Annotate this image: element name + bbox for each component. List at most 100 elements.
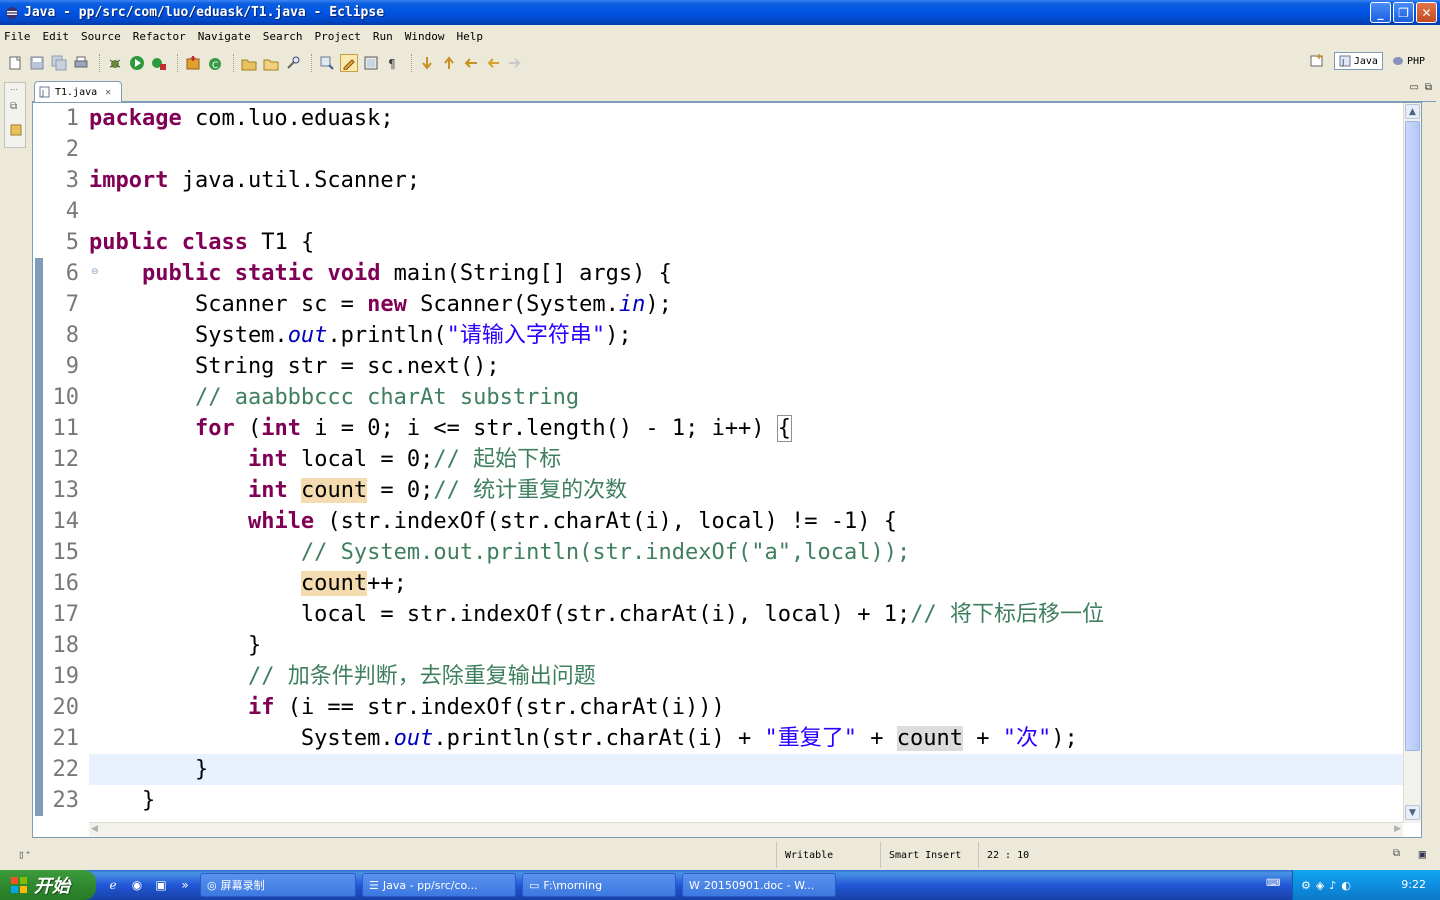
code-line[interactable]: public static void main(String[] args) { xyxy=(89,258,1403,289)
code-line[interactable]: for (int i = 0; i <= str.length() - 1; i… xyxy=(89,413,1403,444)
package-explorer-icon[interactable] xyxy=(10,121,22,140)
progress-icon[interactable]: ▣ xyxy=(1419,847,1426,861)
horizontal-scrollbar[interactable]: ◀ ▶ xyxy=(89,822,1403,837)
external-tools-icon[interactable] xyxy=(150,54,168,72)
tray-app-icon[interactable]: ◐ xyxy=(1341,879,1351,892)
menu-search[interactable]: Search xyxy=(263,30,303,43)
code-line[interactable]: int local = 0;// 起始下标 xyxy=(89,444,1403,475)
taskbar-button[interactable]: ☰ Java - pp/src/co... xyxy=(362,873,516,897)
last-edit-location-icon[interactable] xyxy=(462,54,480,72)
taskbar-button[interactable]: ▭ F:\morning xyxy=(522,873,676,897)
open-resource-icon[interactable] xyxy=(262,54,280,72)
restore-icon[interactable]: ⋯ xyxy=(10,85,18,94)
menu-navigate[interactable]: Navigate xyxy=(198,30,251,43)
tab-t1-java[interactable]: J T1.java ✕ xyxy=(34,81,122,102)
menu-run[interactable]: Run xyxy=(373,30,393,43)
tray-volume-icon[interactable]: ♪ xyxy=(1329,879,1336,892)
maximize-editor-icon[interactable]: ⧉ xyxy=(1425,82,1432,93)
code-token: (i == str.indexOf(str.charAt(i))) xyxy=(274,695,725,720)
new-java-project-icon[interactable] xyxy=(184,54,202,72)
code-line[interactable]: String str = sc.next(); xyxy=(89,351,1403,382)
code-line[interactable]: public class T1 { xyxy=(89,227,1403,258)
menu-source[interactable]: Source xyxy=(81,30,121,43)
back-icon[interactable] xyxy=(484,54,502,72)
show-desktop-icon[interactable]: ▣ xyxy=(152,876,170,894)
menu-help[interactable]: Help xyxy=(456,30,483,43)
restore-view-icon[interactable]: ⧉ xyxy=(10,101,17,112)
code-line[interactable]: // 加条件判断，去除重复输出问题 xyxy=(89,661,1403,692)
code-line[interactable]: // aaabbbccc charAt substring xyxy=(89,382,1403,413)
code-token: ( xyxy=(234,416,262,441)
run-icon[interactable] xyxy=(128,54,146,72)
forward-icon[interactable] xyxy=(506,54,524,72)
scroll-up-icon[interactable]: ▲ xyxy=(1405,104,1420,119)
code-area[interactable]: package com.luo.eduask; import java.util.… xyxy=(89,103,1403,823)
show-whitespace-icon[interactable]: ¶ xyxy=(384,54,402,72)
menu-window[interactable]: Window xyxy=(405,30,445,43)
code-line[interactable]: while (str.indexOf(str.charAt(i), local)… xyxy=(89,506,1403,537)
code-line[interactable] xyxy=(89,196,1403,227)
save-all-icon[interactable] xyxy=(50,54,68,72)
perspective-php[interactable]: PHP xyxy=(1387,52,1430,70)
menu-file[interactable]: File xyxy=(4,30,31,43)
code-line[interactable] xyxy=(89,134,1403,165)
code-line[interactable]: // System.out.println(str.indexOf("a",lo… xyxy=(89,537,1403,568)
code-line[interactable]: if (i == str.indexOf(str.charAt(i))) xyxy=(89,692,1403,723)
scroll-right-icon[interactable]: ▶ xyxy=(1394,824,1401,834)
menu-project[interactable]: Project xyxy=(314,30,360,43)
close-button[interactable]: ✕ xyxy=(1416,2,1437,23)
next-edit-icon[interactable] xyxy=(418,54,436,72)
code-line[interactable]: local = str.indexOf(str.charAt(i), local… xyxy=(89,599,1403,630)
fast-view-icon[interactable]: ▯⁺ xyxy=(18,848,31,861)
code-line[interactable]: import java.util.Scanner; xyxy=(89,165,1403,196)
scroll-down-icon[interactable]: ▼ xyxy=(1405,805,1420,820)
debug-icon[interactable] xyxy=(106,54,124,72)
tray-network-icon[interactable]: ⚙ xyxy=(1301,879,1311,892)
code-token: i = 0; i <= str.length() - 1; i++) xyxy=(300,416,778,441)
previous-edit-icon[interactable] xyxy=(440,54,458,72)
open-perspective-icon[interactable] xyxy=(1308,52,1326,70)
open-type-icon[interactable] xyxy=(240,54,258,72)
restore-trim-icon[interactable]: ⧉ xyxy=(1393,848,1400,859)
code-line[interactable]: System.out.println(str.charAt(i) + "重复了"… xyxy=(89,723,1403,754)
code-line[interactable]: count++; xyxy=(89,568,1403,599)
block-selection-icon[interactable] xyxy=(362,54,380,72)
code-line[interactable]: package com.luo.eduask; xyxy=(89,103,1403,134)
restore-button[interactable]: ❐ xyxy=(1393,2,1414,23)
code-line[interactable]: System.out.println("请输入字符串"); xyxy=(89,320,1403,351)
menu-refactor[interactable]: Refactor xyxy=(133,30,186,43)
close-tab-icon[interactable]: ✕ xyxy=(105,87,111,98)
taskbar-button[interactable]: ◎ 屏幕录制 xyxy=(200,873,356,897)
browser-icon[interactable]: ◉ xyxy=(128,876,146,894)
toggle-mark-occurrences-icon[interactable] xyxy=(340,54,358,72)
minimized-view-stack: ⋯ ⧉ xyxy=(4,82,26,148)
start-button[interactable]: 开始 xyxy=(0,870,96,900)
new-class-icon[interactable]: C xyxy=(206,54,224,72)
tray-shield-icon[interactable]: ◈ xyxy=(1316,879,1324,892)
scrollbar-thumb[interactable] xyxy=(1405,121,1420,751)
title-bar[interactable]: Java - pp/src/com/luo/eduask/T1.java - E… xyxy=(0,0,1440,25)
save-icon[interactable] xyxy=(28,54,46,72)
new-icon[interactable] xyxy=(6,54,24,72)
code-line[interactable]: } xyxy=(89,785,1403,816)
ie-icon[interactable]: ℯ xyxy=(104,876,122,894)
code-line[interactable]: Scanner sc = new Scanner(System.in); xyxy=(89,289,1403,320)
search-icon[interactable] xyxy=(284,54,302,72)
scroll-left-icon[interactable]: ◀ xyxy=(91,824,98,834)
menu-edit[interactable]: Edit xyxy=(43,30,70,43)
code-line[interactable]: } xyxy=(89,754,1403,785)
taskbar-button[interactable]: W 20150901.doc - W... xyxy=(682,873,836,897)
code-line[interactable]: } xyxy=(89,630,1403,661)
code-token: if xyxy=(247,695,275,720)
perspective-java[interactable]: J Java xyxy=(1333,52,1383,70)
code-editor[interactable]: 1 2 3 4 5 6 ⊖ 7 8 9 10 11 12 13 14 15 16 17 18 19 20 21 22 23 p… xyxy=(32,102,1422,838)
next-annotation-icon[interactable] xyxy=(318,54,336,72)
keyboard-icon[interactable]: ⌨ xyxy=(1266,878,1280,892)
vertical-scrollbar[interactable]: ▲ ▼ xyxy=(1403,103,1421,823)
minimize-button[interactable]: _ xyxy=(1370,2,1391,23)
code-line[interactable]: int count = 0;// 统计重复的次数 xyxy=(89,475,1403,506)
more-icon[interactable]: » xyxy=(176,876,194,894)
minimize-editor-icon[interactable]: ▭ xyxy=(1409,82,1418,93)
print-icon[interactable] xyxy=(72,54,90,72)
